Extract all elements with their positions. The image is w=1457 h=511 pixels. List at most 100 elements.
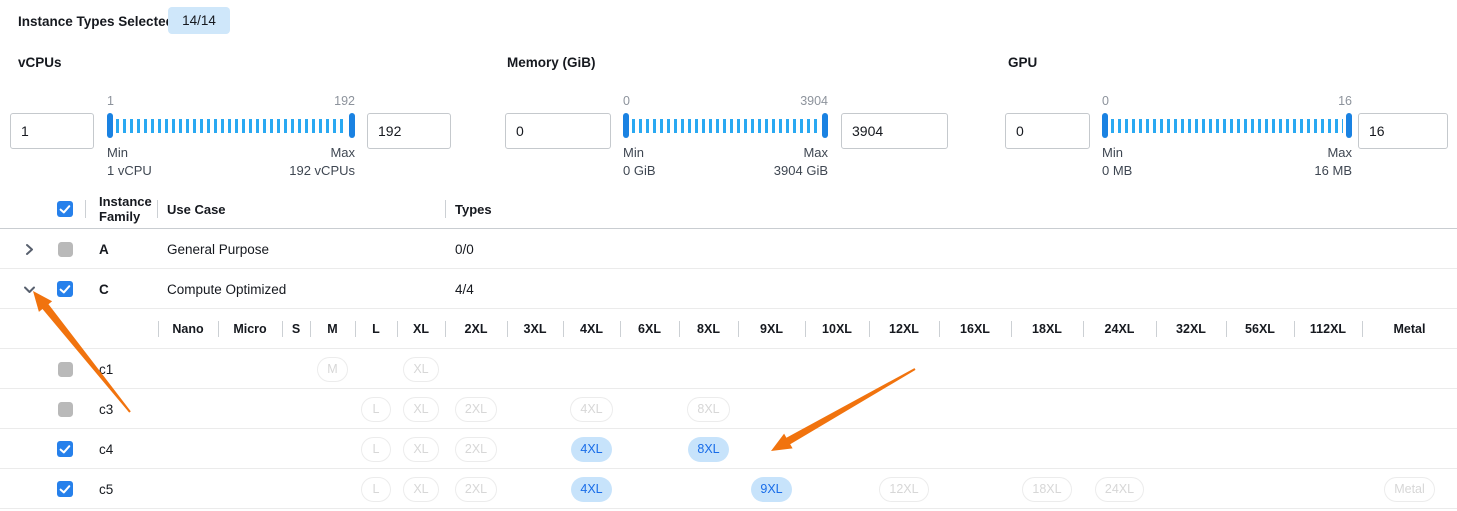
size-column-label: 3XL bbox=[524, 322, 547, 336]
size-column-label: 112XL bbox=[1310, 322, 1346, 336]
size-column-label: 18XL bbox=[1032, 322, 1062, 336]
size-cell bbox=[620, 349, 679, 389]
size-column-label: 56XL bbox=[1245, 322, 1275, 336]
slider-min-handle[interactable] bbox=[1102, 113, 1108, 138]
size-cell bbox=[158, 469, 218, 509]
row-family-label: c1 bbox=[99, 349, 113, 389]
slider-max-handle[interactable] bbox=[349, 113, 355, 138]
size-column-label: M bbox=[327, 322, 337, 336]
slider-min-handle[interactable] bbox=[107, 113, 113, 138]
size-pill-c4-8xl[interactable]: 8XL bbox=[688, 437, 728, 462]
max-caption: Max bbox=[803, 145, 828, 160]
size-cell bbox=[1011, 429, 1083, 469]
row-family-label: c5 bbox=[99, 469, 113, 509]
gpu-max-input[interactable] bbox=[1358, 113, 1448, 149]
slider-track[interactable] bbox=[1102, 113, 1352, 139]
gpu-min-input[interactable] bbox=[1005, 113, 1090, 149]
size-cell bbox=[939, 469, 1011, 509]
size-cell bbox=[679, 349, 738, 389]
size-pill-c4-2xl: 2XL bbox=[455, 437, 497, 462]
group-checkbox-c[interactable] bbox=[57, 281, 73, 297]
size-column-header-16xl: 16XL bbox=[939, 309, 1011, 349]
size-cell bbox=[1083, 429, 1156, 469]
vcpus-min-input[interactable] bbox=[10, 113, 94, 149]
size-cell bbox=[218, 349, 282, 389]
size-cell: 4XL bbox=[563, 469, 620, 509]
filter-title: vCPUs bbox=[10, 56, 451, 70]
size-pill-strip: LXL2XL4XL9XL12XL18XL24XLMetal bbox=[158, 469, 1457, 509]
family-rows: c1MXLc3LXL2XL4XL8XLc4LXL2XL4XL8XLc5LXL2X… bbox=[0, 349, 1457, 509]
size-cell: Metal bbox=[1362, 469, 1457, 509]
chevron-right-icon[interactable] bbox=[21, 241, 37, 257]
chevron-down-icon[interactable] bbox=[21, 281, 37, 297]
slider-max-handle[interactable] bbox=[1346, 113, 1352, 138]
size-pill-c1-m: M bbox=[317, 357, 347, 382]
filter-title: Memory (GiB) bbox=[505, 56, 948, 70]
row-checkbox-c5[interactable] bbox=[57, 481, 73, 497]
slider-track[interactable] bbox=[623, 113, 828, 139]
row-checkbox-c1 bbox=[58, 362, 73, 377]
table-header-row: Instance Family Use Case Types bbox=[0, 189, 1457, 229]
vcpus-max-input[interactable] bbox=[367, 113, 451, 149]
slider-ticks bbox=[1111, 119, 1343, 133]
size-cell bbox=[1226, 349, 1294, 389]
size-cell bbox=[507, 349, 563, 389]
row-checkbox-c4[interactable] bbox=[57, 441, 73, 457]
size-cell bbox=[1226, 429, 1294, 469]
size-cell bbox=[1294, 349, 1362, 389]
size-cell: 2XL bbox=[445, 469, 507, 509]
size-cell bbox=[620, 389, 679, 429]
size-pill-c3-2xl: 2XL bbox=[455, 397, 497, 422]
size-column-label: Metal bbox=[1394, 322, 1426, 336]
max-value-caption: 16 MB bbox=[1314, 163, 1352, 178]
min-value-caption: 1 vCPU bbox=[107, 163, 152, 178]
size-cell: 8XL bbox=[679, 389, 738, 429]
max-value-caption: 3904 GiB bbox=[774, 163, 828, 178]
size-column-header-112xl: 112XL bbox=[1294, 309, 1362, 349]
size-column-header-9xl: 9XL bbox=[738, 309, 805, 349]
select-all-checkbox[interactable] bbox=[57, 201, 73, 217]
size-cell bbox=[738, 349, 805, 389]
size-column-header-2xl: 2XL bbox=[445, 309, 507, 349]
size-cell: XL bbox=[397, 389, 445, 429]
size-cell bbox=[620, 469, 679, 509]
slider-track[interactable] bbox=[107, 113, 355, 139]
size-column-header-l: L bbox=[355, 309, 397, 349]
size-cell bbox=[310, 429, 355, 469]
size-column-header-xl: XL bbox=[397, 309, 445, 349]
size-cell: L bbox=[355, 389, 397, 429]
size-pill-c4-xl: XL bbox=[403, 437, 438, 462]
group-row-a: A General Purpose 0/0 bbox=[0, 229, 1457, 269]
group-family-label: C bbox=[99, 269, 109, 309]
memory-max-input[interactable] bbox=[841, 113, 948, 149]
size-cell bbox=[679, 469, 738, 509]
size-pill-c4-4xl[interactable]: 4XL bbox=[571, 437, 611, 462]
slider-max-handle[interactable] bbox=[822, 113, 828, 138]
size-cell bbox=[310, 469, 355, 509]
size-cell bbox=[1362, 349, 1457, 389]
memory-min-input[interactable] bbox=[505, 113, 611, 149]
slider-min-handle[interactable] bbox=[623, 113, 629, 138]
size-cell bbox=[1226, 389, 1294, 429]
size-cell: XL bbox=[397, 349, 445, 389]
size-cell bbox=[158, 349, 218, 389]
column-header-types: Types bbox=[455, 189, 492, 229]
size-cell: 18XL bbox=[1011, 469, 1083, 509]
size-pill-c5-4xl[interactable]: 4XL bbox=[571, 477, 611, 502]
size-cell bbox=[282, 349, 310, 389]
size-cell bbox=[939, 389, 1011, 429]
size-cell bbox=[282, 469, 310, 509]
size-pill-c5-xl: XL bbox=[403, 477, 438, 502]
size-cell: 8XL bbox=[679, 429, 738, 469]
size-cell bbox=[1294, 429, 1362, 469]
size-cell: 2XL bbox=[445, 429, 507, 469]
filter-title: GPU bbox=[1005, 56, 1448, 70]
gpu-slider: 0 16 Min Max 0 MB 16 MB bbox=[1102, 94, 1352, 178]
size-pill-c5-9xl[interactable]: 9XL bbox=[751, 477, 791, 502]
size-cell: XL bbox=[397, 429, 445, 469]
group-family-label: A bbox=[99, 229, 109, 269]
size-column-label: 32XL bbox=[1176, 322, 1206, 336]
size-cell bbox=[1362, 429, 1457, 469]
group-types-count: 4/4 bbox=[455, 269, 474, 309]
size-cell bbox=[158, 389, 218, 429]
